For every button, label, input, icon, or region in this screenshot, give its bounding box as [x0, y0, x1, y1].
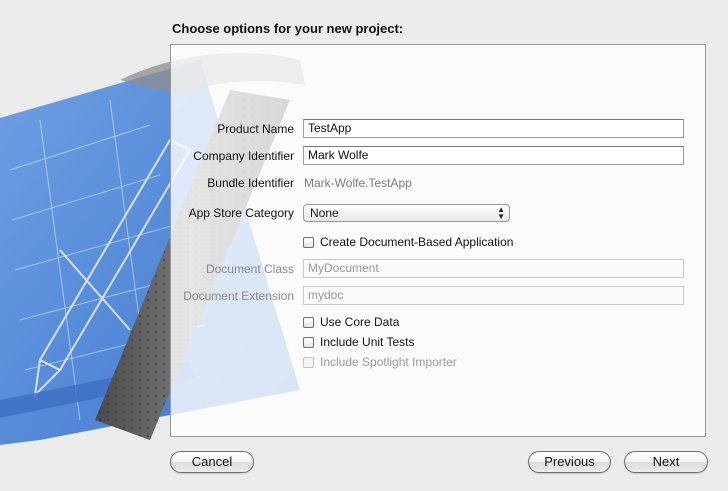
- include-unit-tests-checkbox[interactable]: [303, 336, 314, 348]
- include-spotlight-importer-checkbox: [303, 356, 314, 368]
- create-document-based-label: Create Document-Based Application: [320, 235, 514, 249]
- app-store-category-value: None: [310, 206, 339, 220]
- include-spotlight-importer-label: Include Spotlight Importer: [320, 355, 457, 369]
- previous-button[interactable]: Previous: [528, 451, 611, 473]
- document-extension-label: Document Extension: [183, 289, 294, 303]
- include-unit-tests-label: Include Unit Tests: [320, 335, 415, 349]
- create-document-based-checkbox[interactable]: [303, 236, 314, 248]
- next-button[interactable]: Next: [624, 451, 708, 473]
- create-document-based-row[interactable]: Create Document-Based Application: [303, 235, 513, 249]
- document-class-label: Document Class: [205, 262, 294, 276]
- use-core-data-checkbox[interactable]: [303, 316, 314, 328]
- use-core-data-label: Use Core Data: [320, 315, 400, 329]
- cancel-button[interactable]: Cancel: [170, 451, 254, 473]
- select-arrows-icon: ▲ ▼: [497, 205, 505, 221]
- bundle-identifier-label: Bundle Identifier: [207, 176, 294, 190]
- company-identifier-label: Company Identifier: [193, 149, 294, 163]
- include-spotlight-importer-row: Include Spotlight Importer: [303, 355, 457, 369]
- include-unit-tests-row[interactable]: Include Unit Tests: [303, 335, 415, 349]
- company-identifier-field[interactable]: Mark Wolfe: [303, 146, 684, 165]
- bundle-identifier-value: Mark-Wolfe.TestApp: [304, 176, 412, 190]
- document-class-field: MyDocument: [303, 259, 684, 278]
- use-core-data-row[interactable]: Use Core Data: [303, 315, 399, 329]
- document-extension-field: mydoc: [303, 286, 684, 305]
- app-store-category-select[interactable]: None ▲ ▼: [303, 204, 510, 222]
- app-store-category-label: App Store Category: [188, 206, 294, 220]
- product-name-field[interactable]: TestApp: [303, 119, 684, 138]
- page-title: Choose options for your new project:: [172, 21, 404, 36]
- product-name-label: Product Name: [217, 122, 294, 136]
